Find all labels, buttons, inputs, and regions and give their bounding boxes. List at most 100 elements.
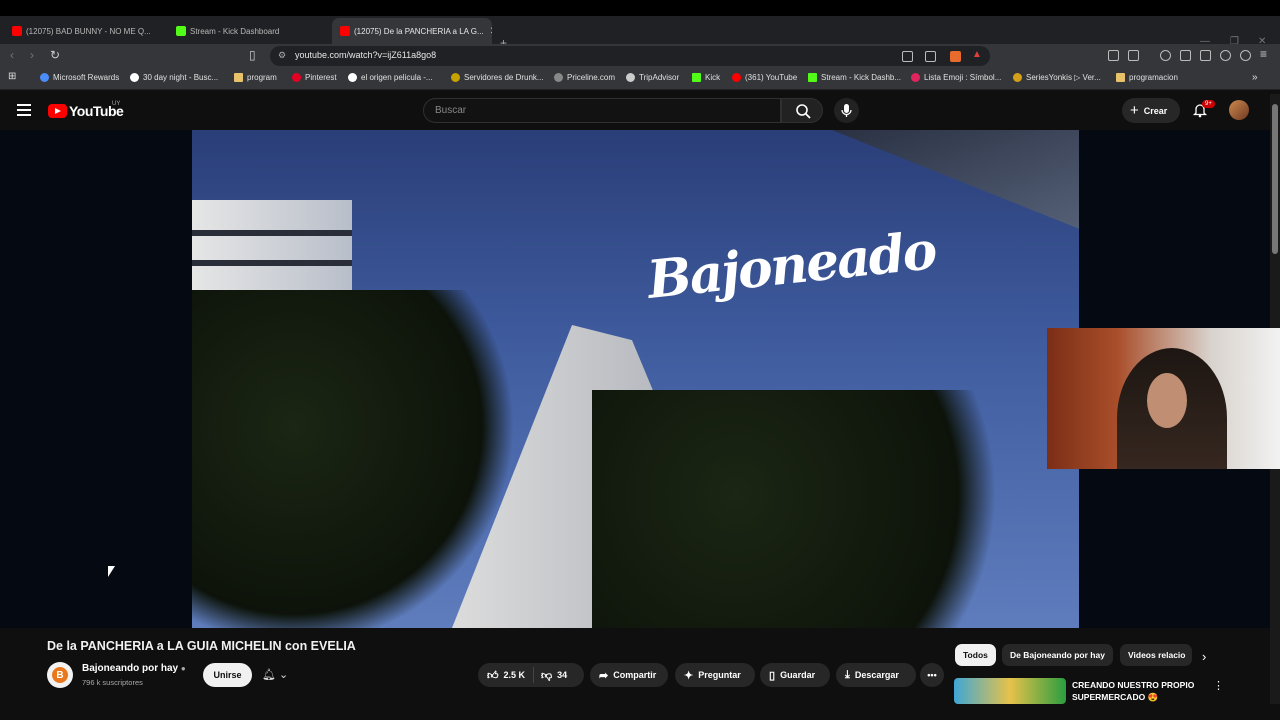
youtube-icon [732, 73, 741, 82]
hamburger-menu-icon[interactable] [17, 104, 31, 119]
bookmark-item[interactable]: Kick [692, 73, 720, 82]
bookmark-item[interactable]: Servidores de Drunk... [451, 73, 544, 82]
back-icon[interactable]: ‹ [10, 48, 14, 62]
vpn-icon[interactable] [1240, 50, 1251, 61]
save-label: Guardar [780, 670, 816, 680]
search-button[interactable] [781, 98, 823, 123]
globe-icon [554, 73, 563, 82]
youtube-favicon-icon [12, 26, 22, 36]
browser-toolbar: ‹ › ↻ ▯ ⚙ youtube.com/watch?v=ijZ611a8go… [0, 44, 1280, 68]
chip-related[interactable]: Videos relacio [1120, 644, 1192, 666]
sidebar-icon[interactable] [1180, 50, 1191, 61]
related-video-title[interactable]: CREANDO NUESTRO PROPIO SUPERMERCADO 😍 [1072, 679, 1207, 703]
bookmark-item[interactable]: Pinterest [292, 73, 337, 82]
brave-rewards-icon[interactable]: ▲ [972, 49, 982, 60]
channel-name[interactable]: Bajoneando por hay ● [82, 663, 186, 674]
more-actions-button[interactable]: ••• [920, 663, 944, 687]
bookmark-item[interactable]: TripAdvisor [626, 73, 679, 82]
bookmark-item[interactable]: (361) YouTube [732, 73, 797, 82]
screenshot-icon[interactable] [1128, 50, 1139, 61]
menu-icon[interactable]: ≡ [1260, 47, 1267, 61]
browser-tab-active[interactable]: (12075) De la PANCHERIA a LA G... ✕ [332, 18, 492, 44]
create-button[interactable]: + Crear [1122, 98, 1180, 123]
share-arrow-icon: ➦ [599, 669, 609, 682]
tab-label: Stream - Kick Dashboard [190, 26, 280, 36]
scrollbar-thumb[interactable] [1272, 104, 1278, 254]
extensions-icon[interactable] [1108, 50, 1119, 61]
bookmark-label: Lista Emoji : Símbol... [924, 73, 1002, 82]
building-overhang-image [832, 130, 1079, 230]
bookmark-item[interactable]: Priceline.com [554, 73, 615, 82]
share-icon[interactable] [925, 51, 936, 62]
bookmark-label: Servidores de Drunk... [464, 73, 544, 82]
bookmark-label: Stream - Kick Dashb... [821, 73, 902, 82]
more-bookmarks-icon[interactable]: » [1252, 72, 1258, 83]
verified-icon: ● [180, 664, 186, 673]
subscriber-count: 796 k suscriptores [82, 678, 143, 687]
browser-tab[interactable]: (12075) BAD BUNNY - NO ME Q... [4, 18, 164, 44]
chip-todos[interactable]: Todos [955, 644, 996, 666]
share-button[interactable]: ➦ Compartir [590, 663, 668, 687]
bookmark-item[interactable]: Lista Emoji : Símbol... [911, 73, 1001, 82]
create-label: Crear [1143, 105, 1168, 116]
related-more-icon[interactable]: ⋮ [1213, 679, 1224, 692]
bookmark-item[interactable]: 30 day night - Busc... [130, 73, 218, 82]
mouse-cursor-icon [108, 566, 115, 577]
download-button[interactable]: ⤓ Descargar [836, 663, 916, 687]
save-button[interactable]: ▯ Guardar [760, 663, 830, 687]
forward-icon[interactable]: › [30, 48, 34, 62]
download-label: Descargar [854, 670, 899, 680]
chip-channel[interactable]: De Bajoneando por hay [1002, 644, 1113, 666]
join-button[interactable]: Unirse [203, 663, 252, 687]
related-video-thumbnail[interactable] [954, 678, 1066, 704]
microphone-icon [841, 104, 852, 117]
cast-icon[interactable] [902, 51, 913, 62]
bookmark-item[interactable]: el origen pelicula -... [348, 73, 433, 82]
reload-icon[interactable]: ↻ [50, 48, 60, 62]
youtube-play-icon [48, 104, 67, 118]
kick-favicon-icon [176, 26, 186, 36]
like-dislike-group: 👍︎ 2.5 K 👎︎ 34 [478, 663, 584, 687]
globe-icon [626, 73, 635, 82]
close-tab-icon[interactable]: ✕ [484, 26, 492, 37]
plus-icon: + [1130, 102, 1139, 119]
browser-tab[interactable]: Stream - Kick Dashboard [168, 18, 328, 44]
bookmark-label: el origen pelicula -... [361, 73, 433, 82]
server-icon [451, 73, 460, 82]
media-icon[interactable] [1160, 50, 1171, 61]
like-button[interactable]: 👍︎ 2.5 K [478, 667, 534, 683]
emoji-icon [911, 73, 920, 82]
wallet-icon[interactable] [1200, 50, 1211, 61]
leo-ai-icon[interactable] [1220, 50, 1231, 61]
subscription-bell-icon[interactable]: 🔔︎ ⌄ [262, 668, 288, 681]
search-input[interactable] [435, 105, 755, 116]
bookmark-label: Pinterest [305, 73, 337, 82]
site-info-icon[interactable]: ⚙ [278, 50, 286, 61]
search-icon [796, 104, 811, 119]
apps-grid-icon[interactable]: ⊞ [8, 71, 16, 82]
thumbs-down-icon: 👎︎ [541, 669, 553, 682]
tab-label: (12075) De la PANCHERIA a LA G... [354, 26, 484, 36]
browser-tab-bar: (12075) BAD BUNNY - NO ME Q... Stream - … [0, 16, 1280, 50]
channel-logo-icon: B [52, 667, 68, 683]
video-frame[interactable]: Bajoneado [192, 130, 1079, 628]
country-code: UY [112, 101, 121, 107]
user-avatar[interactable] [1229, 100, 1249, 120]
brave-shield-icon[interactable] [950, 51, 961, 62]
channel-avatar[interactable]: B [47, 662, 73, 688]
bookmark-icon[interactable]: ▯ [249, 48, 256, 62]
bookmark-item[interactable]: program [234, 73, 277, 82]
bookmark-item[interactable]: Microsoft Rewards [40, 73, 119, 82]
address-bar[interactable]: ⚙ youtube.com/watch?v=ijZ611a8go8 ▲ [270, 46, 990, 66]
dislike-count: 34 [557, 670, 568, 680]
bookmark-item[interactable]: Stream - Kick Dashb... [808, 73, 901, 82]
voice-search-button[interactable] [834, 98, 859, 123]
bookmark-item[interactable]: SeriesYonkis ▷ Ver... [1013, 73, 1101, 82]
tree-foliage-image [192, 290, 532, 628]
dislike-button[interactable]: 👎︎ 34 [534, 669, 567, 682]
chips-next-icon[interactable]: › [1202, 649, 1206, 664]
bookmark-item[interactable]: programacion [1116, 73, 1178, 82]
ask-label: Preguntar [698, 670, 741, 680]
folder-icon [1116, 73, 1125, 82]
ask-button[interactable]: ✦ Preguntar [675, 663, 755, 687]
